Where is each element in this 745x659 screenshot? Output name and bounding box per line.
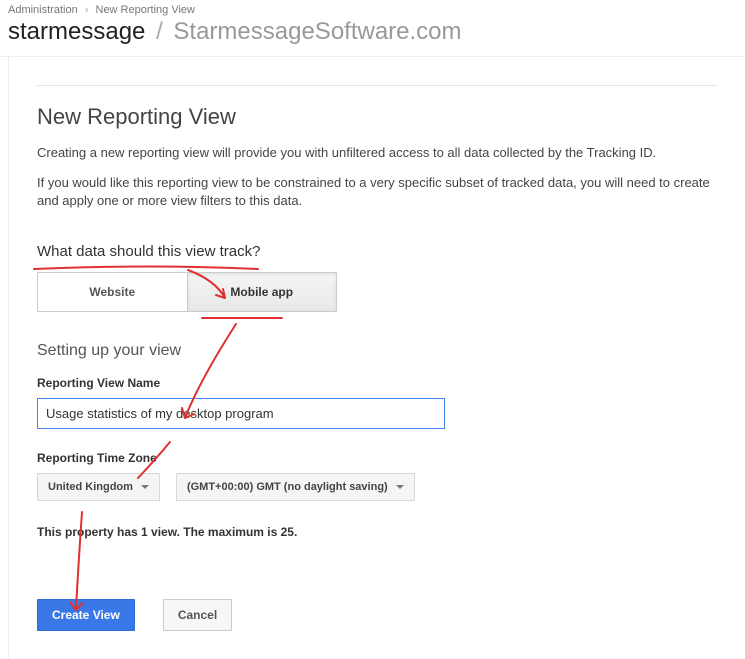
setup-heading: Setting up your view: [37, 342, 717, 360]
track-option-website[interactable]: Website: [38, 273, 188, 311]
timezone-country-value: United Kingdom: [48, 481, 133, 493]
timezone-label: Reporting Time Zone: [37, 451, 717, 465]
timezone-country-select[interactable]: United Kingdom: [37, 473, 160, 501]
timezone-offset-value: (GMT+00:00) GMT (no daylight saving): [187, 481, 388, 493]
breadcrumb: Administration › New Reporting View: [8, 4, 737, 16]
breadcrumb-current: New Reporting View: [96, 4, 195, 16]
track-option-mobile-app[interactable]: Mobile app: [188, 273, 337, 311]
intro-text-2: If you would like this reporting view to…: [37, 174, 717, 210]
breadcrumb-root[interactable]: Administration: [8, 4, 78, 16]
view-limit-note: This property has 1 view. The maximum is…: [37, 525, 717, 539]
header: Administration › New Reporting View star…: [0, 0, 745, 57]
button-row: Create View Cancel: [37, 599, 717, 631]
property-name: StarmessageSoftware.com: [173, 18, 461, 45]
content-area: New Reporting View Creating a new report…: [8, 57, 745, 659]
cancel-button[interactable]: Cancel: [163, 599, 232, 631]
divider: [37, 85, 717, 86]
page-heading: New Reporting View: [37, 104, 717, 130]
view-name-label: Reporting View Name: [37, 376, 717, 390]
track-question: What data should this view track?: [37, 243, 260, 260]
chevron-right-icon: ›: [85, 4, 89, 16]
timezone-offset-select[interactable]: (GMT+00:00) GMT (no daylight saving): [176, 473, 415, 501]
track-type-toggle: Website Mobile app: [37, 272, 337, 312]
page-title-line: starmessage / StarmessageSoftware.com: [8, 18, 737, 46]
caret-down-icon: [396, 485, 404, 489]
account-name: starmessage: [8, 18, 145, 45]
view-name-input[interactable]: [37, 398, 445, 429]
caret-down-icon: [141, 485, 149, 489]
create-view-button[interactable]: Create View: [37, 599, 135, 631]
title-separator: /: [156, 18, 163, 45]
intro-text-1: Creating a new reporting view will provi…: [37, 144, 717, 162]
